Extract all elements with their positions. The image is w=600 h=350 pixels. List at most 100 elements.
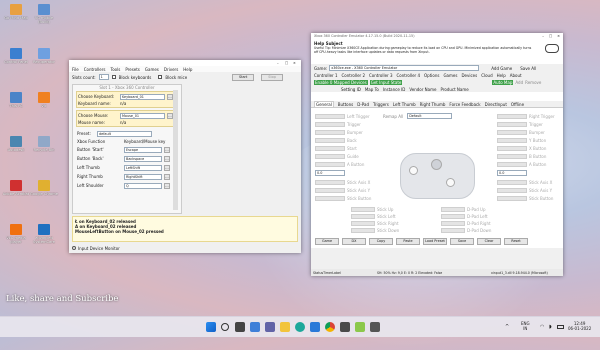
mapping-edit-button[interactable]: … — [164, 164, 170, 171]
bottom-button[interactable]: Copy — [369, 238, 393, 245]
mapping-value-box[interactable] — [315, 137, 345, 143]
get-input-button[interactable]: Get Input State — [369, 80, 403, 85]
store-icon[interactable] — [310, 322, 320, 332]
mouse-select[interactable]: Mouse_01 — [120, 112, 165, 119]
mapping-edit-button[interactable]: … — [164, 146, 170, 153]
desktop-icon[interactable]: Google Chrome — [30, 180, 58, 196]
mapping-key-select[interactable]: LeftShift — [124, 164, 162, 171]
mapping-key-select[interactable]: Backspace — [124, 155, 162, 162]
x360ce-window[interactable]: Xbox 360 Controller Emulator 4.17.15.0 (… — [311, 33, 563, 276]
pad-value-box[interactable] — [351, 228, 375, 233]
mapping-value-box[interactable] — [497, 113, 527, 119]
start-icon[interactable] — [206, 322, 216, 332]
controller-tab[interactable]: Cloud — [481, 73, 492, 78]
file-explorer-icon[interactable] — [280, 322, 290, 332]
mapping-edit-button[interactable]: … — [164, 182, 170, 189]
volume-icon[interactable]: ◗ — [549, 324, 552, 330]
axis-value-box[interactable] — [497, 179, 527, 185]
close-icon[interactable]: × — [557, 34, 560, 38]
menu-item[interactable]: Tools — [110, 67, 120, 72]
tray-chevron-icon[interactable]: ^ — [505, 324, 509, 330]
x360ce-app-icon[interactable] — [370, 322, 380, 332]
bottom-button[interactable]: Game — [315, 238, 339, 245]
menu-item[interactable]: Drivers — [164, 67, 178, 72]
pad-value-box[interactable] — [441, 207, 465, 212]
mapping-tab[interactable]: Triggers — [373, 102, 389, 107]
desktop-icon[interactable]: Recycle Bin — [30, 136, 58, 152]
mapping-edit-button[interactable]: … — [164, 155, 170, 162]
mapping-value-box[interactable] — [315, 145, 345, 151]
desktop-icon[interactable]: advanced SystemCare — [30, 224, 58, 244]
mapping-edit-button[interactable]: … — [164, 173, 170, 180]
pad-value-box[interactable] — [351, 221, 375, 226]
mapping-tab[interactable]: Buttons — [338, 102, 353, 107]
slot-scrollbar[interactable] — [173, 90, 178, 210]
mapping-value-box[interactable] — [497, 121, 527, 127]
auto-map-button[interactable]: Auto Map — [492, 80, 514, 85]
controller-tab[interactable]: Controller 3 — [369, 73, 393, 78]
close-icon[interactable]: × — [293, 61, 301, 65]
axis-value-box[interactable] — [497, 187, 527, 193]
bottom-button[interactable]: DX — [342, 238, 366, 245]
task-view-icon[interactable] — [235, 322, 245, 332]
enable-button[interactable]: Enable 0 Mapped Devices — [314, 80, 368, 85]
kb-select[interactable]: Keyboard_01 — [120, 93, 165, 100]
bottom-button[interactable]: Load Preset — [423, 238, 447, 245]
desktop-icon[interactable]: This PC — [2, 92, 30, 108]
chrome-icon[interactable] — [325, 322, 335, 332]
axis-value-box[interactable] — [315, 195, 345, 201]
desktop-icon[interactable]: Control Panel — [2, 48, 30, 64]
controller-tab[interactable]: About — [510, 73, 522, 78]
controller-tab[interactable]: Devices — [461, 73, 477, 78]
save-all-button[interactable]: Save All — [520, 66, 536, 71]
mapping-tab[interactable]: Right Thumb — [420, 102, 446, 107]
mapping-key-select[interactable]: Q — [124, 182, 162, 189]
mapping-value-box[interactable] — [497, 129, 527, 135]
minimize-icon[interactable]: – — [542, 34, 544, 38]
menu-item[interactable]: Games — [145, 67, 159, 72]
desktop-icon[interactable]: Autodesk — [2, 136, 30, 152]
stop-button[interactable]: Stop — [261, 73, 284, 81]
desktop-icon[interactable]: VLC media player — [2, 224, 30, 244]
bottom-button[interactable]: Reset — [504, 238, 528, 245]
pad-value-box[interactable] — [441, 214, 465, 219]
mapping-value-box[interactable] — [315, 153, 345, 159]
mapping-tab[interactable]: Force Feedback — [449, 102, 480, 107]
menu-item[interactable]: File — [72, 67, 79, 72]
remove-button[interactable]: Remove — [525, 80, 541, 85]
menu-item[interactable]: Presets — [125, 67, 140, 72]
controller-tab[interactable]: Controller 2 — [342, 73, 366, 78]
mapping-value-box[interactable] — [315, 161, 345, 167]
mapping-tab[interactable]: General — [314, 101, 334, 107]
mapping-value-box[interactable] — [315, 129, 345, 135]
deadzone-value[interactable]: 0.0 — [315, 170, 345, 176]
edge-icon[interactable] — [295, 322, 305, 332]
desktop-icon[interactable]: VC mobile (Build) — [30, 4, 58, 24]
maximize-icon[interactable]: □ — [549, 34, 552, 38]
mapping-value-box[interactable] — [497, 153, 527, 159]
menu-item[interactable]: Help — [183, 67, 192, 72]
pad-value-box[interactable] — [351, 207, 375, 212]
axis-value-box[interactable] — [315, 187, 345, 193]
widgets-icon[interactable] — [250, 322, 260, 332]
language-indicator[interactable]: ENG IN — [521, 321, 530, 331]
mapping-value-box[interactable] — [315, 121, 345, 127]
battery-icon[interactable] — [557, 325, 564, 329]
mapping-value-box[interactable] — [497, 145, 527, 151]
preset-select[interactable]: default — [97, 130, 152, 137]
menu-item[interactable]: Controllers — [84, 67, 106, 72]
clock[interactable]: 12:49 06-01-2022 — [568, 321, 591, 331]
controller-tab[interactable]: Options — [424, 73, 439, 78]
add-game-button[interactable]: Add Game — [491, 66, 512, 71]
axis-value-box[interactable] — [497, 195, 527, 201]
mapping-value-box[interactable] — [315, 113, 345, 119]
axis-value-box[interactable] — [315, 179, 345, 185]
keyboard-app-icon[interactable] — [355, 322, 365, 332]
bottom-button[interactable]: Paste — [396, 238, 420, 245]
mapping-tab[interactable]: Left Thumb — [393, 102, 416, 107]
block-kb-checkbox[interactable] — [111, 75, 116, 79]
mapping-tab[interactable]: Offline — [511, 102, 524, 107]
mapping-tab[interactable]: D-Pad — [357, 102, 369, 107]
pad-value-box[interactable] — [351, 214, 375, 219]
desktop-icon[interactable]: Adobe Acrobat — [2, 180, 30, 196]
